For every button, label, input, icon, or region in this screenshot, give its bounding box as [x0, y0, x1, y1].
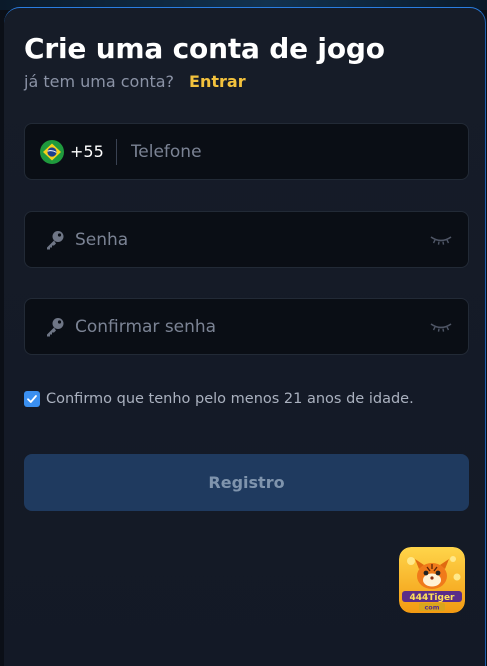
subtitle: já tem uma conta? — [24, 72, 175, 91]
brand-logo[interactable]: 444Tiger com — [399, 547, 465, 613]
confirm-password-input[interactable] — [75, 311, 430, 342]
subtitle-row: já tem uma conta? Entrar — [24, 72, 246, 91]
form-title: Crie uma conta de jogo — [24, 32, 385, 65]
key-icon — [47, 230, 64, 249]
phone-input[interactable] — [130, 136, 468, 167]
page: Crie uma conta de jogo já tem uma conta?… — [0, 0, 487, 666]
eye-closed-icon[interactable] — [430, 234, 452, 246]
register-button[interactable]: Registro — [24, 454, 469, 511]
svg-text:com: com — [424, 604, 439, 612]
country-code[interactable]: +55 — [70, 142, 104, 161]
tiger-logo-icon: 444Tiger com — [399, 547, 465, 613]
phone-divider — [115, 138, 117, 165]
brazil-flag-icon[interactable] — [40, 139, 64, 164]
phone-field[interactable]: +55 — [24, 123, 469, 180]
check-icon — [27, 395, 37, 403]
password-field[interactable] — [24, 211, 469, 268]
svg-text:444Tiger: 444Tiger — [410, 593, 456, 603]
age-confirm-row: Confirmo que tenho pelo menos 21 anos de… — [24, 391, 414, 407]
eye-closed-icon[interactable] — [430, 321, 452, 333]
age-confirm-checkbox[interactable] — [24, 391, 40, 407]
password-input[interactable] — [75, 224, 430, 255]
age-confirm-label[interactable]: Confirmo que tenho pelo menos 21 anos de… — [46, 391, 414, 407]
login-link[interactable]: Entrar — [189, 72, 246, 91]
confirm-password-field[interactable] — [24, 298, 469, 355]
key-icon — [47, 317, 64, 336]
